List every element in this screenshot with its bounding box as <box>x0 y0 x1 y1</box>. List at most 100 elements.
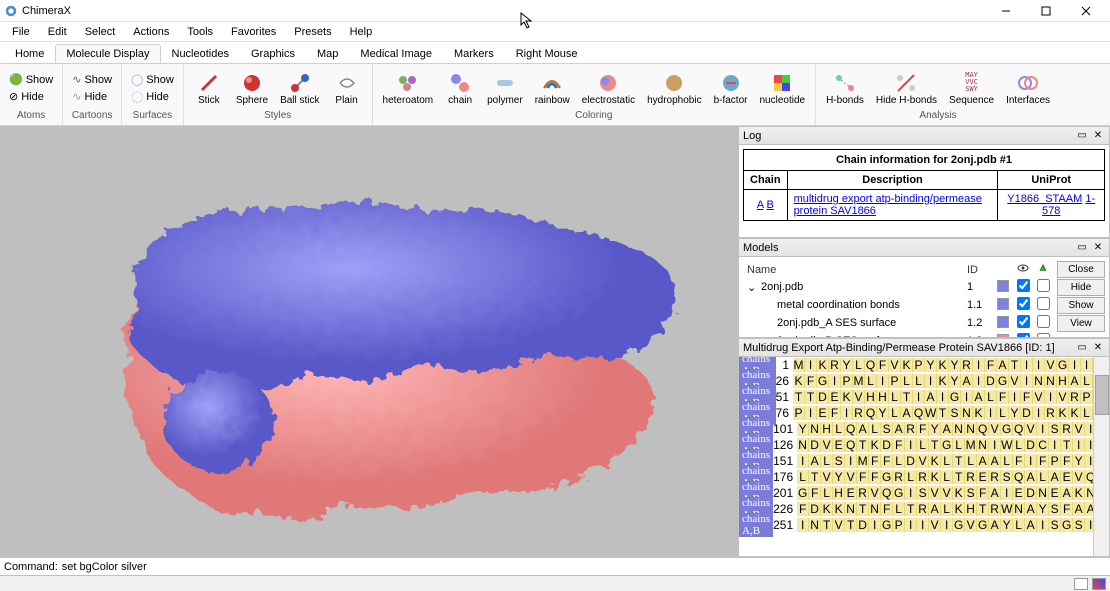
residue[interactable]: A <box>1025 502 1037 516</box>
residue[interactable]: I <box>1073 438 1085 452</box>
residue[interactable]: T <box>857 502 869 516</box>
residue[interactable]: P <box>889 374 901 388</box>
residue[interactable]: V <box>1073 470 1085 484</box>
residue[interactable]: L <box>1013 518 1025 532</box>
surfaces-hide-button[interactable]: ◯Hide <box>128 89 172 104</box>
residue[interactable]: A <box>997 358 1009 372</box>
residue[interactable]: F <box>869 454 881 468</box>
residue[interactable]: P <box>841 374 853 388</box>
residue[interactable]: L <box>889 406 901 420</box>
residue[interactable]: M <box>853 374 865 388</box>
residue[interactable]: R <box>989 470 1001 484</box>
residue[interactable]: I <box>941 518 953 532</box>
analysis-sequence-button[interactable]: MAYVVCSWYSequence <box>945 69 998 108</box>
3d-viewport[interactable] <box>0 126 738 557</box>
tab-home[interactable]: Home <box>4 44 55 63</box>
residue[interactable]: I <box>877 374 889 388</box>
residue[interactable]: K <box>833 502 845 516</box>
analysis-interfaces-button[interactable]: Interfaces <box>1002 69 1054 108</box>
residue[interactable]: V <box>1057 390 1069 404</box>
residue[interactable]: V <box>845 470 857 484</box>
residue[interactable]: F <box>857 470 869 484</box>
residue[interactable]: G <box>997 374 1009 388</box>
log-close-button[interactable]: ✕ <box>1091 129 1105 143</box>
residue[interactable]: L <box>821 486 833 500</box>
residue[interactable]: S <box>917 486 929 500</box>
analysis-hide-hbonds-button[interactable]: Hide H-bonds <box>872 69 941 108</box>
tab-map[interactable]: Map <box>306 44 349 63</box>
surfaces-show-button[interactable]: ◯Show <box>128 72 177 87</box>
residue[interactable]: I <box>989 438 1001 452</box>
residue[interactable]: T <box>821 518 833 532</box>
residue[interactable]: R <box>893 470 905 484</box>
residue[interactable]: F <box>1021 390 1033 404</box>
status-icon-1[interactable] <box>1074 578 1088 590</box>
menu-favorites[interactable]: Favorites <box>223 24 284 40</box>
style-plain-button[interactable]: Plain <box>328 69 366 108</box>
residue[interactable]: G <box>1061 518 1073 532</box>
residue[interactable]: I <box>1081 358 1093 372</box>
residue[interactable]: V <box>1025 422 1037 436</box>
chain-link-b[interactable]: B <box>767 199 774 211</box>
residue[interactable]: V <box>889 358 901 372</box>
residue[interactable]: R <box>853 406 865 420</box>
residue[interactable]: F <box>877 358 889 372</box>
residue[interactable]: D <box>809 502 821 516</box>
residue[interactable]: Y <box>833 470 845 484</box>
style-sphere-button[interactable]: Sphere <box>232 69 272 108</box>
residue[interactable]: M <box>793 358 805 372</box>
model-color-swatch[interactable] <box>997 334 1009 338</box>
residue[interactable]: E <box>833 438 845 452</box>
color-electrostatic-button[interactable]: electrostatic <box>578 69 639 108</box>
residue[interactable]: I <box>925 374 937 388</box>
chain-desc-link[interactable]: multidrug export atp-binding/permease pr… <box>794 193 982 217</box>
residue[interactable]: V <box>821 438 833 452</box>
residue[interactable]: I <box>961 390 973 404</box>
residue[interactable]: F <box>917 422 929 436</box>
residue[interactable]: Y <box>1001 518 1013 532</box>
residue[interactable]: Y <box>877 406 889 420</box>
residue[interactable]: I <box>1033 358 1045 372</box>
residue[interactable]: A <box>989 454 1001 468</box>
residue[interactable]: T <box>857 438 869 452</box>
residue[interactable]: M <box>857 454 869 468</box>
model-row[interactable]: ⌄2onj.pdb 1 <box>743 278 1053 296</box>
residue[interactable]: R <box>965 470 977 484</box>
residue[interactable]: L <box>1081 406 1093 420</box>
residue[interactable]: L <box>997 406 1009 420</box>
menu-help[interactable]: Help <box>342 24 381 40</box>
residue[interactable]: I <box>829 374 841 388</box>
color-hydrophobic-button[interactable]: hydrophobic <box>643 69 705 108</box>
residue[interactable]: R <box>1061 422 1073 436</box>
residue[interactable]: K <box>937 374 949 388</box>
residue[interactable]: R <box>1045 406 1057 420</box>
residue[interactable]: A <box>857 422 869 436</box>
residue[interactable]: F <box>997 390 1009 404</box>
residue[interactable]: D <box>1025 438 1037 452</box>
residue[interactable]: T <box>953 454 965 468</box>
residue[interactable]: K <box>953 486 965 500</box>
residue[interactable]: G <box>1057 358 1069 372</box>
residue[interactable]: D <box>881 438 893 452</box>
residue[interactable]: V <box>853 390 865 404</box>
model-color-swatch[interactable] <box>997 280 1009 292</box>
residue[interactable]: Y <box>1073 454 1085 468</box>
residue[interactable]: I <box>845 454 857 468</box>
residue[interactable]: R <box>1069 390 1081 404</box>
residue[interactable]: T <box>1009 358 1021 372</box>
color-heteroatom-button[interactable]: heteroatom <box>379 69 438 108</box>
models-close-button[interactable]: ✕ <box>1091 241 1105 255</box>
residue[interactable]: S <box>1049 518 1061 532</box>
residue[interactable]: L <box>941 454 953 468</box>
residue[interactable]: L <box>905 470 917 484</box>
residue[interactable]: I <box>805 406 817 420</box>
model-select-checkbox[interactable] <box>1037 297 1050 310</box>
uniprot-link[interactable]: Y1866_STAAM <box>1007 193 1082 205</box>
cartoons-show-button[interactable]: ∿Show <box>69 72 115 87</box>
models-view-btn[interactable]: View <box>1057 315 1105 332</box>
style-stick-button[interactable]: Stick <box>190 69 228 108</box>
residue[interactable]: I <box>913 390 925 404</box>
command-input[interactable] <box>62 561 1106 573</box>
minimize-button[interactable] <box>986 1 1026 21</box>
residue[interactable]: R <box>961 358 973 372</box>
